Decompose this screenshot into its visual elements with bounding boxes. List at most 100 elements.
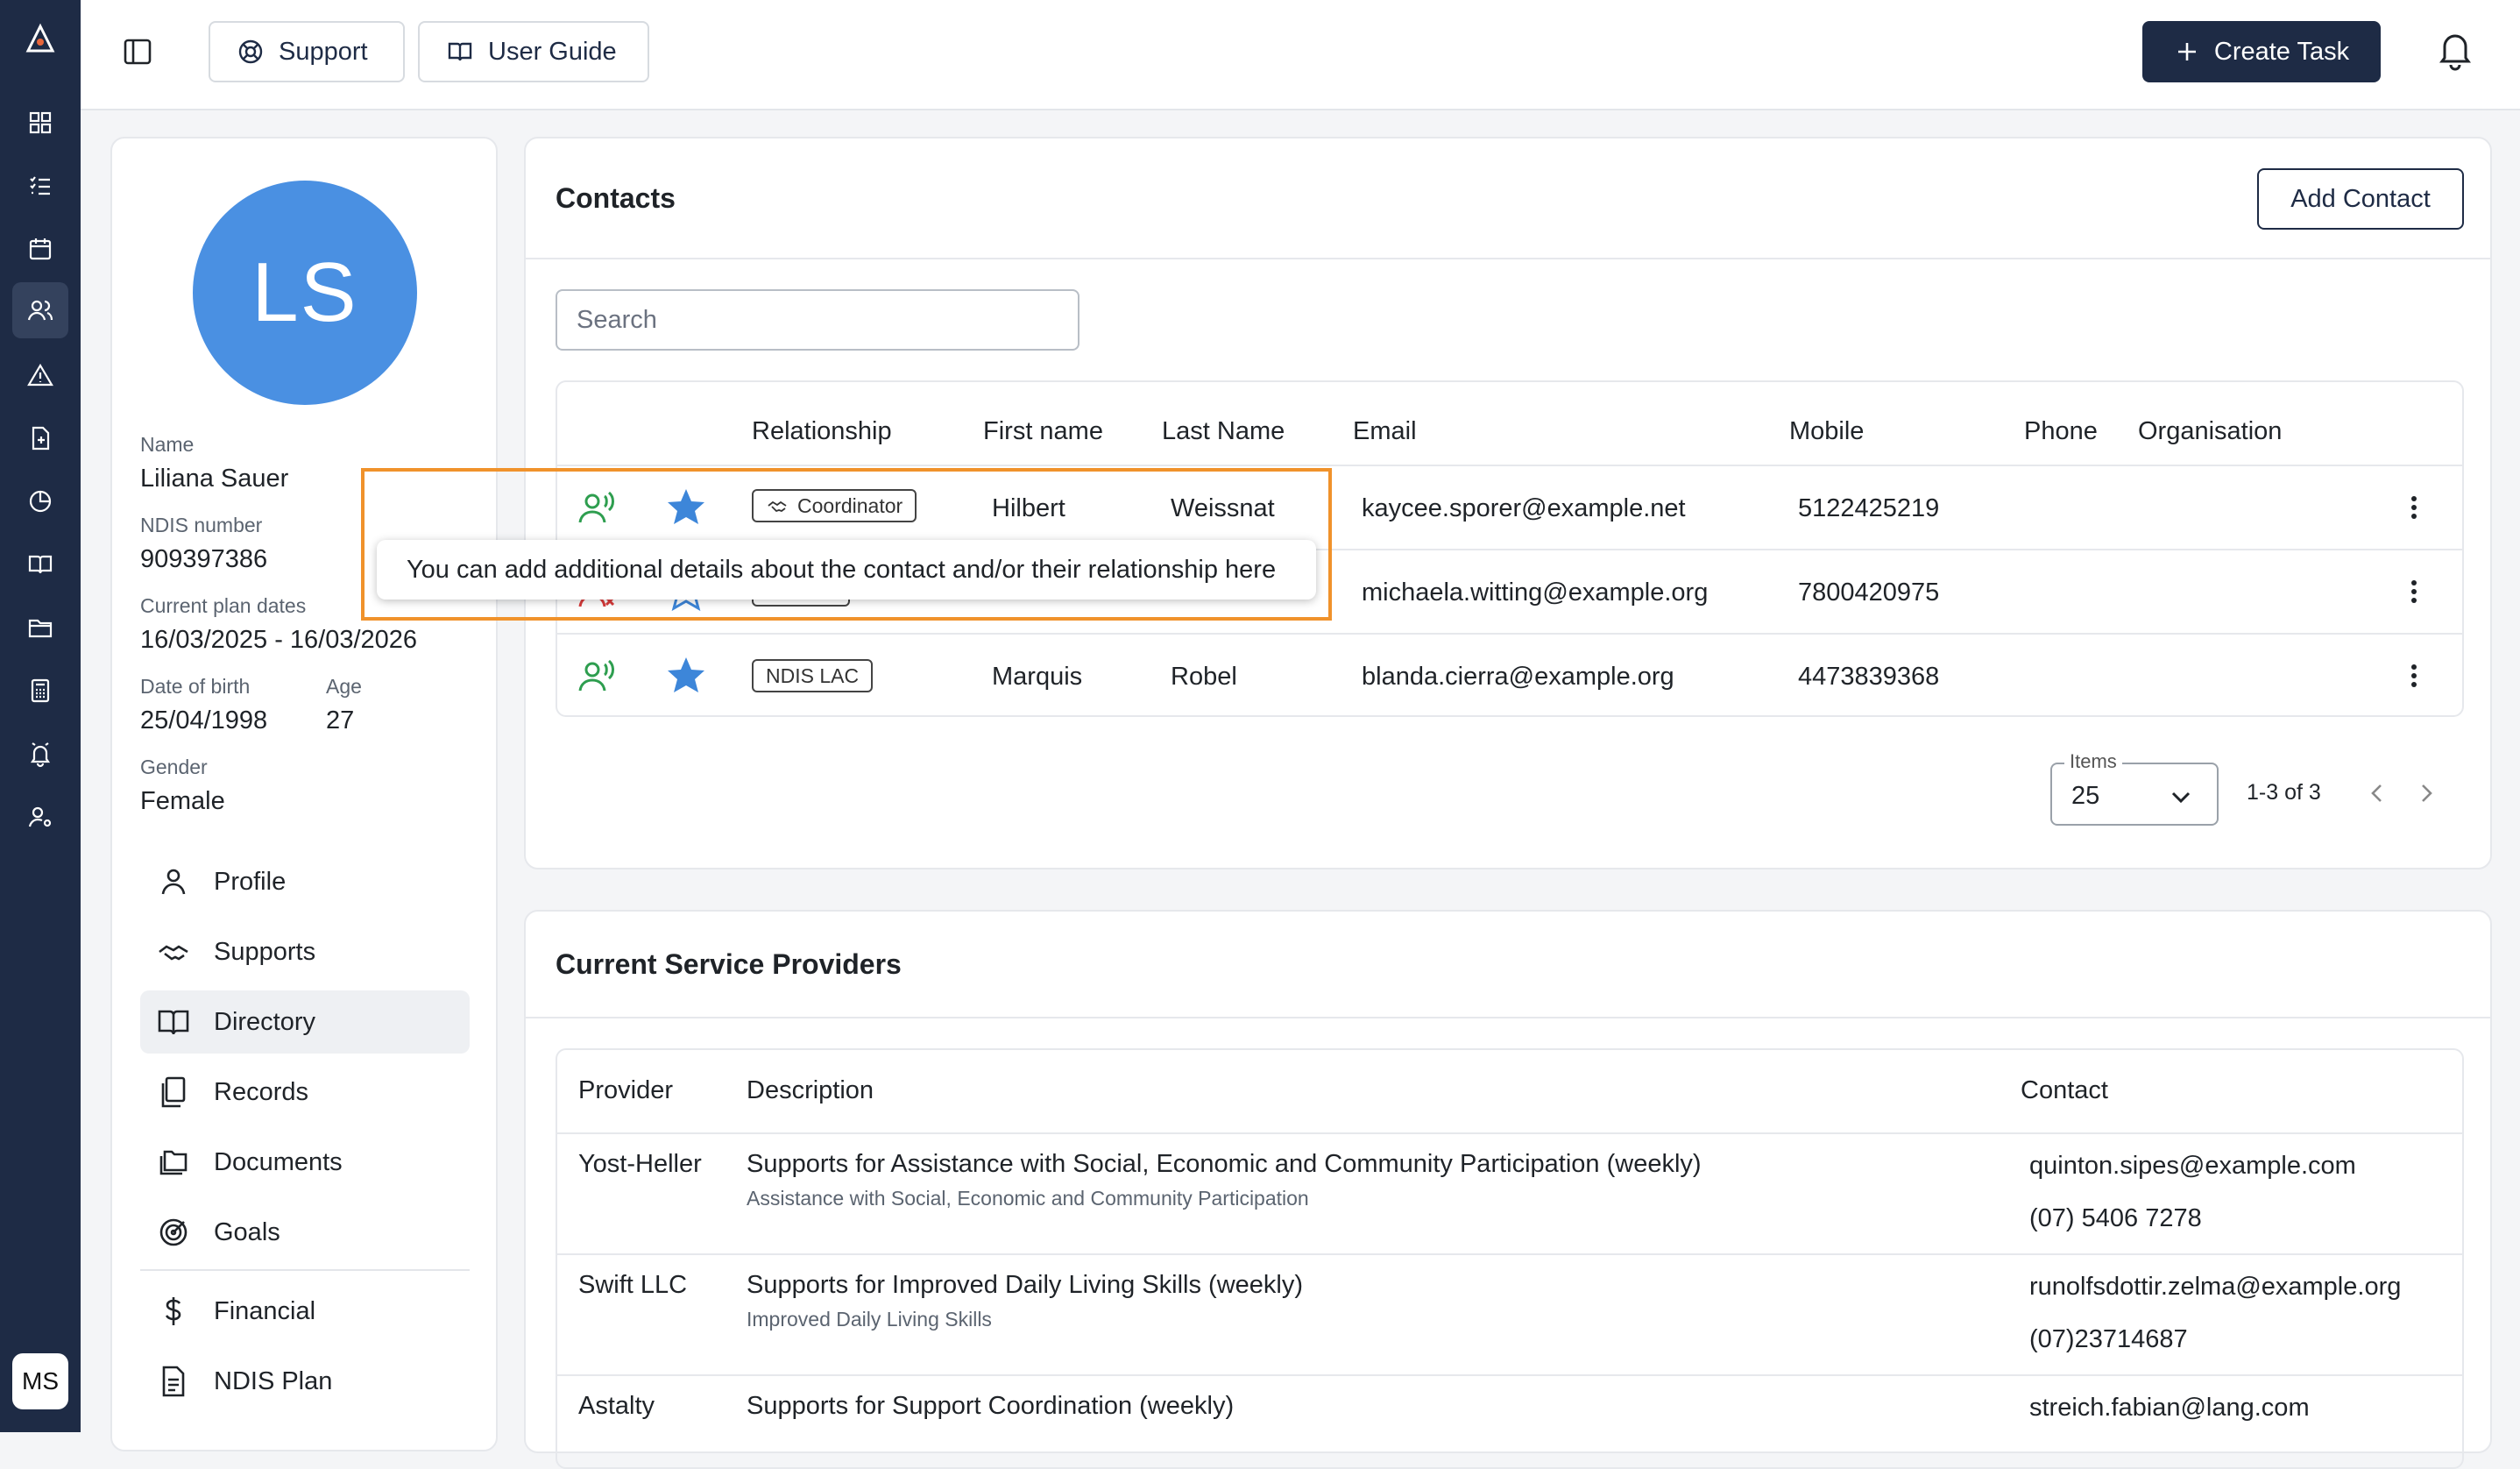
dashboard-icon[interactable] — [12, 95, 68, 151]
table-row[interactable]: Swift LLC Supports for Improved Daily Li… — [557, 1253, 2462, 1376]
items-per-page-label: Items — [2064, 750, 2122, 773]
notifications-bell-icon[interactable] — [2432, 26, 2478, 72]
chevron-left-icon[interactable] — [2364, 780, 2390, 806]
primary-contact-icon[interactable] — [577, 487, 619, 529]
nav-item-label: Records — [214, 1077, 308, 1106]
nav-item-documents[interactable]: Documents — [140, 1131, 470, 1194]
gender-value: Female — [140, 787, 225, 815]
contacts-title: Contacts — [556, 182, 676, 214]
column-header-first-name[interactable]: First name — [983, 417, 1103, 446]
provider-name: Yost-Heller — [578, 1150, 702, 1178]
pagination-range: 1-3 of 3 — [2247, 780, 2321, 805]
favourite-star-icon[interactable] — [664, 654, 708, 698]
relationship-label: Coordinator — [797, 493, 903, 517]
first-name-cell: Hilbert — [992, 494, 1065, 522]
items-per-page-select[interactable]: Items 25 — [2050, 750, 2219, 826]
table-row[interactable]: Coordinator Hilbert Weissnat kaycee.spor… — [557, 465, 2462, 550]
support-title: Supports for Support Coordination (weekl… — [747, 1392, 1235, 1420]
book-open-icon[interactable] — [12, 536, 68, 593]
nav-item-profile[interactable]: Profile — [140, 850, 470, 913]
nav-item-records[interactable]: Records — [140, 1061, 470, 1124]
column-header-contact: Contact — [2021, 1076, 2108, 1104]
nav-item-financial[interactable]: Financial — [140, 1280, 470, 1343]
nav-item-ndis-plan[interactable]: NDIS Plan — [140, 1350, 470, 1413]
table-row[interactable]: Yost-Heller Supports for Assistance with… — [557, 1132, 2462, 1255]
service-providers-table: Provider Description Contact Yost-Heller… — [556, 1048, 2464, 1469]
service-providers-card: Current Service Providers Provider Descr… — [524, 910, 2492, 1469]
ndis-number: 909397386 — [140, 545, 268, 573]
relationship-label: NDIS LAC — [766, 664, 860, 687]
app-logo-icon[interactable] — [21, 21, 60, 60]
file-add-icon[interactable] — [12, 410, 68, 466]
user-guide-button[interactable]: User Guide — [418, 21, 649, 82]
mobile-cell: 7800420975 — [1798, 578, 1940, 607]
chevron-down-icon — [2171, 791, 2191, 804]
person-icon — [161, 869, 186, 895]
handshake-icon — [768, 500, 787, 513]
column-header-mobile[interactable]: Mobile — [1789, 417, 1864, 446]
calculator-icon[interactable] — [12, 663, 68, 719]
provider-email[interactable]: runolfsdottir.zelma@example.org — [2029, 1273, 2401, 1302]
top-bar: Support User Guide Create Task — [81, 0, 2520, 110]
table-row[interactable]: Astalty Supports for Support Coordinatio… — [557, 1374, 2462, 1467]
column-header-provider: Provider — [578, 1076, 673, 1104]
nav-item-supports[interactable]: Supports — [140, 920, 470, 983]
row-menu-icon[interactable] — [2411, 661, 2418, 691]
provider-phone[interactable]: (07) 5406 7278 — [2029, 1204, 2202, 1233]
lifebuoy-icon — [238, 39, 263, 64]
create-task-button[interactable]: Create Task — [2142, 21, 2381, 82]
column-header-email[interactable]: Email — [1353, 417, 1417, 446]
tasks-icon[interactable] — [12, 158, 68, 214]
row-menu-icon[interactable] — [2411, 577, 2418, 607]
nav-item-label: Financial — [214, 1296, 316, 1325]
nav-item-label: Profile — [214, 867, 287, 896]
provider-email[interactable]: streich.fabian@lang.com — [2029, 1394, 2310, 1423]
support-title: Supports for Assistance with Social, Eco… — [747, 1150, 1702, 1178]
dob-label: Date of birth — [140, 675, 251, 698]
provider-name: Swift LLC — [578, 1271, 688, 1299]
plan-dates: 16/03/2025 - 16/03/2026 — [140, 626, 418, 654]
warning-icon[interactable] — [12, 347, 68, 403]
nav-item-label: Supports — [214, 937, 316, 966]
alarm-bell-icon[interactable] — [12, 726, 68, 782]
calendar-icon[interactable] — [12, 221, 68, 277]
pie-chart-icon[interactable] — [12, 473, 68, 529]
chevron-right-icon[interactable] — [2413, 780, 2439, 806]
dob-value: 25/04/1998 — [140, 706, 268, 734]
support-button[interactable]: Support — [209, 21, 405, 82]
column-header-organisation[interactable]: Organisation — [2138, 417, 2282, 446]
user-avatar[interactable]: MS — [12, 1353, 68, 1409]
column-header-phone[interactable]: Phone — [2024, 417, 2098, 446]
contacts-search-input[interactable] — [556, 289, 1079, 351]
handshake-icon — [159, 945, 188, 961]
contacts-card: Contacts Add Contact Relationship First … — [524, 137, 2492, 869]
folder-icon[interactable] — [12, 600, 68, 656]
support-label: Support — [279, 37, 368, 66]
column-header-relationship[interactable]: Relationship — [752, 417, 892, 446]
app-rail: MS — [0, 0, 81, 1432]
provider-phone[interactable]: (07)23714687 — [2029, 1325, 2188, 1354]
favourite-star-icon[interactable] — [664, 486, 708, 529]
card-divider — [526, 258, 2490, 259]
gender-label: Gender — [140, 756, 208, 778]
provider-name: Astalty — [578, 1392, 655, 1420]
participant-name: Liliana Sauer — [140, 465, 289, 493]
dollar-icon — [165, 1297, 181, 1325]
plan-dates-label: Current plan dates — [140, 594, 307, 617]
email-cell: kaycee.sporer@example.net — [1362, 494, 1686, 522]
primary-contact-icon[interactable] — [577, 656, 619, 698]
add-contact-button[interactable]: Add Contact — [2257, 168, 2464, 230]
nav-item-goals[interactable]: Goals — [140, 1201, 470, 1264]
user-settings-icon[interactable] — [12, 789, 68, 845]
nav-item-directory[interactable]: Directory — [140, 990, 470, 1054]
relationship-badge: Coordinator — [752, 489, 917, 522]
provider-email[interactable]: quinton.sipes@example.com — [2029, 1152, 2356, 1181]
table-row[interactable]: NDIS LAC Marquis Robel blanda.cierra@exa… — [557, 633, 2462, 715]
relationship-badge: NDIS LAC — [752, 659, 874, 692]
last-name-cell: Robel — [1171, 663, 1237, 691]
participants-icon[interactable] — [12, 282, 68, 338]
sidebar-toggle-icon[interactable] — [121, 35, 154, 68]
row-menu-icon[interactable] — [2411, 493, 2418, 522]
column-header-last-name[interactable]: Last Name — [1162, 417, 1285, 446]
email-cell: blanda.cierra@example.org — [1362, 663, 1674, 691]
